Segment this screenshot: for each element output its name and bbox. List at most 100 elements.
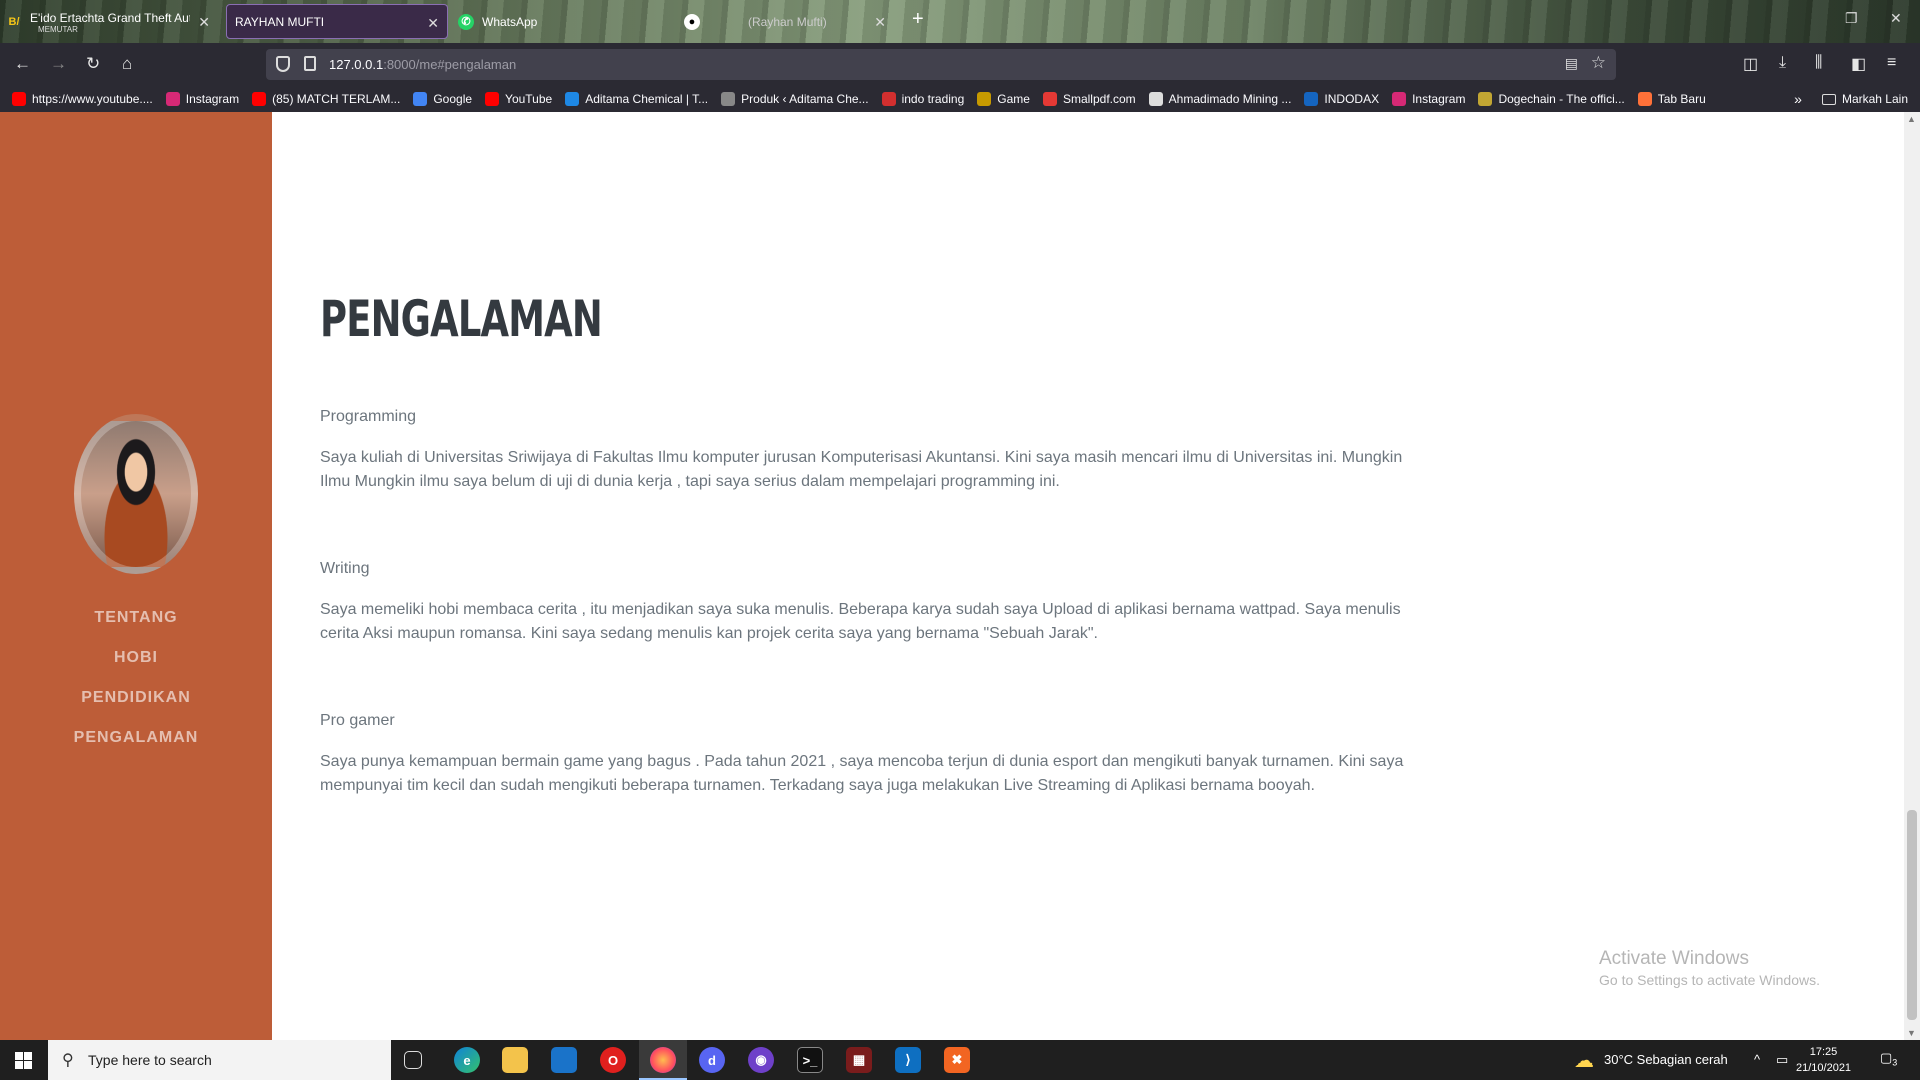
other-bookmarks[interactable]: Markah Lain [1842,92,1908,106]
file-explorer-icon[interactable] [502,1047,528,1073]
bookmark-item[interactable]: Produk ‹ Aditama Che... [721,92,869,106]
close-icon[interactable]: ✕ [874,14,886,31]
bookmark-item[interactable]: Smallpdf.com [1042,92,1136,106]
tab-title: E'ido Ertachta Grand Theft Auto [30,10,190,25]
scroll-up-icon[interactable]: ▲ [1907,114,1916,124]
vscode-icon[interactable]: ⟩ [895,1047,921,1073]
folder-icon [1821,93,1836,105]
weather-icon[interactable]: ☁ [1574,1048,1594,1073]
firefox-icon[interactable] [650,1047,676,1073]
forward-icon[interactable]: → [50,54,67,74]
url-bar[interactable]: 127.0.0.1:8000/me#pengalaman ▤ ☆ [266,49,1616,80]
clock[interactable]: 17:25 21/10/2021 [1796,1044,1851,1076]
bookmark-label: YouTube [505,92,553,106]
bookmark-label: Dogechain - The offici... [1498,92,1625,106]
close-icon[interactable]: ✕ [198,14,210,31]
bookmark-item[interactable]: Instagram [165,92,240,106]
bookmark-item[interactable]: (85) MATCH TERLAM... [252,92,400,106]
bookmark-favicon-icon [252,92,267,106]
bookmark-label: Aditama Chemical | T... [585,92,709,106]
edge-icon[interactable]: e [454,1047,480,1073]
bookmark-label: Smallpdf.com [1062,92,1136,106]
notification-icon[interactable]: ▢3 [1880,1050,1897,1068]
tab-github[interactable]: ● (Rayhan Mufti) ✕ [684,4,894,39]
taskbar-search[interactable]: ⚲ Type here to search [48,1040,391,1080]
xampp-icon[interactable]: ✖ [944,1047,970,1073]
bookmark-favicon-icon [1478,92,1493,106]
sidebar: TENTANG HOBI PENDIDIKAN PENGALAMAN [0,112,272,1040]
winrar-icon[interactable]: ▦ [846,1047,872,1073]
bookmarks-right: » Markah Lain [1794,91,1908,107]
clock-date: 21/10/2021 [1796,1062,1852,1074]
tab-active[interactable]: RAYHAN MUFTI ✕ [226,4,448,39]
section-title: PENGALAMAN [320,290,603,348]
close-window-icon[interactable]: ✕ [1890,10,1902,27]
page-icon [304,56,316,71]
new-tab-button[interactable]: + [912,8,924,31]
tab-title: (Rayhan Mufti) [748,14,827,29]
bookmark-label: Tab Baru [1657,92,1706,106]
discord-icon[interactable]: d [699,1047,725,1073]
bookmark-item[interactable]: YouTube [485,92,552,106]
restore-icon[interactable]: ❐ [1845,10,1858,27]
page-viewport: TENTANG HOBI PENDIDIKAN PENGALAMAN PENGA… [0,112,1920,1040]
bookmark-favicon-icon [485,92,500,106]
bookmark-item[interactable]: indo trading [881,92,964,106]
windows-start-icon[interactable] [15,1052,32,1069]
sidebar-item-pendidikan[interactable]: PENDIDIKAN [81,678,191,718]
bookmark-item[interactable]: https://www.youtube.... [12,92,153,106]
sidebar-item-tentang[interactable]: TENTANG [94,598,177,638]
bookmark-label: Produk ‹ Aditama Che... [741,92,869,106]
bookmark-item[interactable]: Aditama Chemical | T... [565,92,708,106]
bookmark-item[interactable]: Tab Baru [1637,92,1706,106]
bookmark-star-icon[interactable]: ☆ [1591,53,1606,73]
bookmark-item[interactable]: INDODAX [1304,92,1379,106]
pocket-icon[interactable]: ◫ [1743,54,1758,74]
sidebar-item-hobi[interactable]: HOBI [114,638,158,678]
opera-icon[interactable]: O [600,1047,626,1073]
back-icon[interactable]: ← [14,54,31,74]
bookmark-item[interactable]: Instagram [1392,92,1465,106]
clock-time: 17:25 [1809,1046,1838,1058]
library-icon[interactable]: ⫼ [1815,54,1822,72]
chevron-double-right-icon[interactable]: » [1794,91,1802,107]
bookmark-label: https://www.youtube.... [32,92,153,106]
chevron-up-icon[interactable]: ^ [1754,1052,1760,1067]
github-desktop-icon[interactable]: ◉ [748,1047,774,1073]
home-icon[interactable]: ⌂ [122,54,132,74]
sidebar-item-pengalaman[interactable]: PENGALAMAN [74,718,199,758]
whatsapp-icon: ✆ [458,13,474,30]
bookmark-label: Instagram [185,92,240,106]
bookmark-item[interactable]: Game [977,92,1030,106]
bookmark-favicon-icon [977,92,992,106]
bookmark-item[interactable]: Google [413,92,472,106]
terminal-icon[interactable]: >_ [797,1047,823,1073]
reader-view-icon[interactable]: ▤ [1565,55,1578,72]
weather-text[interactable]: 30°C Sebagian cerah [1604,1052,1728,1067]
store-icon[interactable] [551,1047,577,1073]
url-text[interactable]: 127.0.0.1:8000/me#pengalaman [329,57,516,72]
bookmark-favicon-icon [413,92,428,106]
scrollbar-thumb[interactable] [1907,810,1917,1020]
shield-icon[interactable] [276,56,290,72]
bookmark-favicon-icon [12,92,26,106]
tab-bar: B/ E'ido Ertachta Grand Theft Auto MEMUT… [0,0,1920,43]
activate-windows-watermark: Activate Windows Go to Settings to activ… [1599,948,1820,988]
reload-icon[interactable]: ↻ [86,54,100,74]
watermark-line-2: Go to Settings to activate Windows. [1599,972,1820,988]
download-icon[interactable]: ⤓ [1779,54,1786,72]
network-icon[interactable]: ▭ [1776,1052,1788,1068]
sidebar-toggle-icon[interactable]: ◧ [1851,54,1866,74]
sidebar-nav: TENTANG HOBI PENDIDIKAN PENGALAMAN [0,598,272,758]
bookmark-item[interactable]: Ahmadimado Mining ... [1148,92,1291,106]
menu-icon[interactable]: ≡ [1887,54,1896,72]
tab-whatsapp[interactable]: ✆ WhatsApp [458,4,678,39]
tab-music[interactable]: B/ E'ido Ertachta Grand Theft Auto MEMUT… [6,4,218,39]
task-view-icon[interactable] [404,1051,422,1069]
scroll-down-icon[interactable]: ▼ [1907,1028,1916,1038]
bookmark-favicon-icon [565,92,580,106]
scrollbar[interactable]: ▲ ▼ [1904,112,1920,1040]
bookmark-favicon-icon [1637,92,1652,106]
close-icon[interactable]: ✕ [427,15,439,32]
bookmark-item[interactable]: Dogechain - The offici... [1478,92,1625,106]
